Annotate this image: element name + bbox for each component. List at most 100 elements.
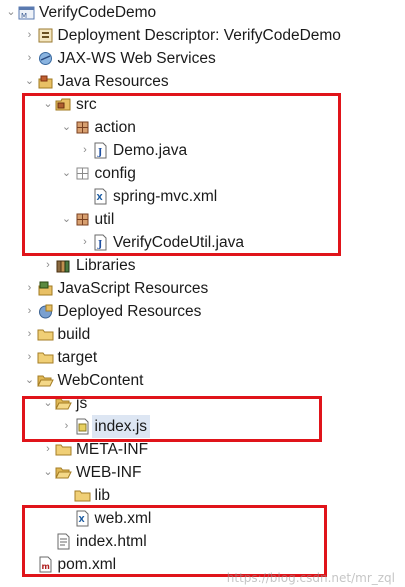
collapse-chevron-icon[interactable]: ⌄ bbox=[42, 392, 54, 415]
tree-item-lib[interactable]: lib bbox=[0, 484, 405, 507]
tree-item-index-html[interactable]: index.html bbox=[0, 530, 405, 553]
package-icon bbox=[74, 119, 91, 136]
folder-open-icon bbox=[36, 372, 54, 389]
collapse-chevron-icon[interactable]: ⌄ bbox=[61, 162, 73, 185]
svg-text:X: X bbox=[78, 515, 85, 524]
tree-item-label: util bbox=[94, 211, 115, 228]
js-file-icon bbox=[74, 418, 91, 435]
svg-text:J: J bbox=[97, 148, 102, 158]
libraries-icon bbox=[55, 257, 72, 274]
tree-item-label: build bbox=[57, 326, 91, 343]
tree-item-js[interactable]: ⌄ js bbox=[0, 392, 405, 415]
tree-item-label: web.xml bbox=[94, 510, 152, 527]
tree-item-label: Demo.java bbox=[113, 142, 188, 159]
package-empty-icon bbox=[74, 165, 91, 182]
tree-item-spring-mvc-xml[interactable]: Xspring-mvc.xml bbox=[0, 185, 405, 208]
tree-item-demo-java[interactable]: › J Demo.java bbox=[0, 139, 405, 162]
tree-item-label: Java Resources bbox=[57, 73, 169, 90]
svg-text:m: m bbox=[41, 562, 49, 571]
project-explorer-tree: ⌄ M VerifyCodeDemo › Deployment Descriptor: … bbox=[0, 0, 405, 587]
tree-item-config[interactable]: ⌄ config bbox=[0, 162, 405, 185]
folder-icon bbox=[37, 326, 54, 343]
tree-item-label: JAX-WS Web Services bbox=[57, 50, 216, 67]
tree-item-target[interactable]: › target bbox=[0, 346, 405, 369]
folder-open-icon bbox=[55, 464, 72, 481]
expand-chevron-icon[interactable]: › bbox=[24, 323, 36, 346]
tree-item-meta-inf[interactable]: › META-INF bbox=[0, 438, 405, 461]
tree-item-label: WEB-INF bbox=[76, 464, 142, 481]
tree-item-build[interactable]: › build bbox=[0, 323, 405, 346]
tree-item-label: config bbox=[94, 165, 136, 182]
expand-chevron-icon[interactable]: › bbox=[24, 346, 36, 369]
maven-pom-icon: m bbox=[37, 556, 54, 573]
tree-item-label: WebContent bbox=[57, 372, 144, 389]
expand-chevron-icon[interactable]: › bbox=[24, 24, 36, 47]
tree-item-deployment-descriptor[interactable]: › Deployment Descriptor: VerifyCodeDemo bbox=[0, 24, 405, 47]
svg-text:M: M bbox=[21, 12, 27, 20]
tree-item-java-resources[interactable]: ⌄ Java Resources bbox=[0, 70, 405, 93]
tree-item-label: Deployment Descriptor: VerifyCodeDemo bbox=[57, 27, 341, 44]
expand-chevron-icon[interactable]: › bbox=[24, 277, 36, 300]
tree-item-label: Deployed Resources bbox=[57, 303, 202, 320]
collapse-chevron-icon[interactable]: ⌄ bbox=[24, 70, 36, 93]
tree-item-web-xml[interactable]: Xweb.xml bbox=[0, 507, 405, 530]
tree-item-verifycodedemo[interactable]: ⌄ M VerifyCodeDemo bbox=[0, 1, 405, 24]
javascript-resources-icon bbox=[37, 280, 54, 297]
tree-item-src[interactable]: ⌄ src bbox=[0, 93, 405, 116]
collapse-chevron-icon[interactable]: ⌄ bbox=[24, 369, 36, 392]
folder-icon bbox=[55, 441, 72, 458]
tree-item-label: VerifyCodeUtil.java bbox=[113, 234, 244, 251]
tree-item-label: lib bbox=[94, 487, 111, 504]
project-icon: M bbox=[18, 4, 35, 21]
collapse-chevron-icon[interactable]: ⌄ bbox=[42, 461, 54, 484]
tree-item-action[interactable]: ⌄ action bbox=[0, 116, 405, 139]
expand-chevron-icon[interactable]: › bbox=[42, 438, 54, 461]
tree-item-javascript-resources[interactable]: › JavaScript Resources bbox=[0, 277, 405, 300]
tree-item-util[interactable]: ⌄ util bbox=[0, 208, 405, 231]
web-services-icon bbox=[37, 50, 54, 67]
html-file-icon bbox=[55, 533, 72, 550]
collapse-chevron-icon[interactable]: ⌄ bbox=[61, 116, 73, 139]
folder-icon bbox=[37, 349, 54, 366]
tree-item-verifycodeutil-java[interactable]: › J VerifyCodeUtil.java bbox=[0, 231, 405, 254]
source-folder-icon bbox=[55, 96, 72, 113]
expand-chevron-icon[interactable]: › bbox=[61, 415, 73, 438]
tree-item-label: Libraries bbox=[76, 257, 136, 274]
deployment-descriptor-icon bbox=[37, 27, 54, 44]
java-file-icon: J bbox=[92, 234, 109, 251]
java-file-icon: J bbox=[92, 142, 109, 159]
tree-item-label: JavaScript Resources bbox=[57, 280, 209, 297]
tree-item-web-inf[interactable]: ⌄ WEB-INF bbox=[0, 461, 405, 484]
tree-item-label: pom.xml bbox=[57, 556, 117, 573]
tree-item-label: spring-mvc.xml bbox=[113, 188, 218, 205]
collapse-chevron-icon[interactable]: ⌄ bbox=[42, 93, 54, 116]
watermark: https://blog.csdn.net/mr_zql bbox=[226, 571, 395, 585]
tree-item-label: index.html bbox=[76, 533, 147, 550]
xml-file-icon: X bbox=[92, 188, 109, 205]
svg-text:X: X bbox=[97, 193, 104, 202]
package-icon bbox=[74, 211, 91, 228]
collapse-chevron-icon[interactable]: ⌄ bbox=[5, 1, 17, 24]
expand-chevron-icon[interactable]: › bbox=[42, 254, 54, 277]
tree-item-webcontent[interactable]: ⌄ WebContent bbox=[0, 369, 405, 392]
deployed-resources-icon bbox=[37, 303, 54, 320]
tree-item-deployed-resources[interactable]: › Deployed Resources bbox=[0, 300, 405, 323]
tree-item-libraries[interactable]: › Libraries bbox=[0, 254, 405, 277]
tree-item-label: VerifyCodeDemo bbox=[39, 4, 157, 21]
xml-file-icon: X bbox=[74, 510, 91, 527]
folder-icon bbox=[74, 487, 91, 504]
tree-item-label: js bbox=[76, 395, 88, 412]
expand-chevron-icon[interactable]: › bbox=[79, 231, 91, 254]
tree-item-index-js[interactable]: › index.js bbox=[0, 415, 405, 438]
folder-open-icon bbox=[55, 395, 72, 412]
collapse-chevron-icon[interactable]: ⌄ bbox=[61, 208, 73, 231]
tree-item-jaxws[interactable]: › JAX-WS Web Services bbox=[0, 47, 405, 70]
svg-text:J: J bbox=[97, 240, 102, 250]
expand-chevron-icon[interactable]: › bbox=[79, 139, 91, 162]
expand-chevron-icon[interactable]: › bbox=[24, 300, 36, 323]
java-resources-icon bbox=[37, 73, 54, 90]
tree-item-label: META-INF bbox=[76, 441, 149, 458]
tree-item-label: src bbox=[76, 96, 97, 113]
expand-chevron-icon[interactable]: › bbox=[24, 47, 36, 70]
tree-item-label: action bbox=[94, 119, 136, 136]
